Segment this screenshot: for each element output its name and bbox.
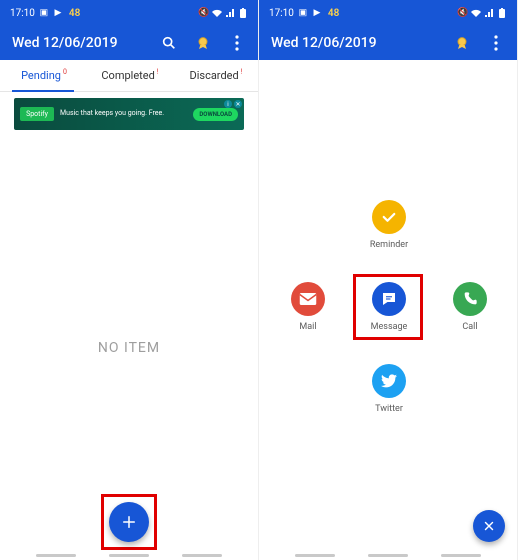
action-mail[interactable]: Mail — [277, 282, 339, 332]
app-header: Wed 12/06/2019 — [259, 26, 517, 60]
search-icon[interactable] — [160, 34, 178, 52]
signal-icon — [225, 8, 235, 18]
action-twitter-label: Twitter — [375, 404, 403, 414]
header-date: Wed 12/06/2019 — [271, 35, 453, 51]
ad-text: Music that keeps you going. Free. — [60, 110, 164, 118]
ad-close-icon[interactable]: i✕ — [224, 100, 242, 108]
nav-bar — [0, 554, 258, 558]
screen-list: 17:10 ▣ ▶ 48 🔇 Wed 12/06/2019 — [0, 0, 259, 560]
ad-banner[interactable]: Spotify Music that keeps you going. Free… — [14, 98, 244, 130]
add-button[interactable] — [109, 502, 149, 542]
ad-cta[interactable]: DOWNLOAD — [193, 108, 238, 121]
check-icon — [372, 200, 406, 234]
message-icon — [372, 282, 406, 316]
wifi-icon — [212, 8, 222, 18]
status-bar: 17:10 ▣ ▶ 48 🔇 — [0, 0, 258, 26]
tab-completed-label: Completed — [101, 69, 154, 82]
image-icon: ▣ — [298, 8, 308, 18]
mute-icon: 🔇 — [458, 8, 468, 18]
more-icon[interactable] — [228, 34, 246, 52]
tab-pending[interactable]: Pending0 — [0, 60, 86, 91]
medal-icon[interactable] — [453, 34, 471, 52]
status-bar: 17:10 ▣ ▶ 48 🔇 — [259, 0, 517, 26]
action-reminder[interactable]: Reminder — [358, 200, 420, 250]
action-call[interactable]: Call — [439, 282, 501, 332]
medal-icon[interactable] — [194, 34, 212, 52]
screen-actions: 17:10 ▣ ▶ 48 🔇 Wed 12/06/2019 — [259, 0, 518, 560]
action-grid: Reminder Mail Message Call Twitter — [259, 60, 517, 560]
status-time: 17:10 — [269, 8, 294, 19]
phone-icon — [453, 282, 487, 316]
action-message[interactable]: Message — [358, 282, 420, 332]
more-icon[interactable] — [487, 34, 505, 52]
status-badge: 48 — [69, 8, 80, 19]
status-badge: 48 — [328, 8, 339, 19]
header-date: Wed 12/06/2019 — [12, 35, 160, 51]
action-mail-label: Mail — [299, 322, 316, 332]
mail-icon — [291, 282, 325, 316]
tabs: Pending0 Completed! Discarded! — [0, 60, 258, 92]
status-time: 17:10 — [10, 8, 35, 19]
action-twitter[interactable]: Twitter — [358, 364, 420, 414]
close-button[interactable] — [473, 510, 505, 542]
battery-icon — [238, 8, 248, 18]
tab-discarded-label: Discarded — [190, 69, 239, 82]
battery-icon — [497, 8, 507, 18]
ad-brand: Spotify — [20, 107, 54, 121]
play-icon: ▶ — [312, 8, 322, 18]
mute-icon: 🔇 — [199, 8, 209, 18]
tab-pending-label: Pending — [21, 69, 61, 82]
tab-discarded[interactable]: Discarded! — [172, 60, 258, 91]
signal-icon — [484, 8, 494, 18]
action-message-label: Message — [371, 322, 408, 332]
play-icon: ▶ — [53, 8, 63, 18]
twitter-icon — [372, 364, 406, 398]
wifi-icon — [471, 8, 481, 18]
image-icon: ▣ — [39, 8, 49, 18]
action-call-label: Call — [462, 322, 477, 332]
nav-bar — [259, 554, 517, 558]
action-reminder-label: Reminder — [370, 240, 408, 250]
tab-completed[interactable]: Completed! — [86, 60, 172, 91]
app-header: Wed 12/06/2019 — [0, 26, 258, 60]
